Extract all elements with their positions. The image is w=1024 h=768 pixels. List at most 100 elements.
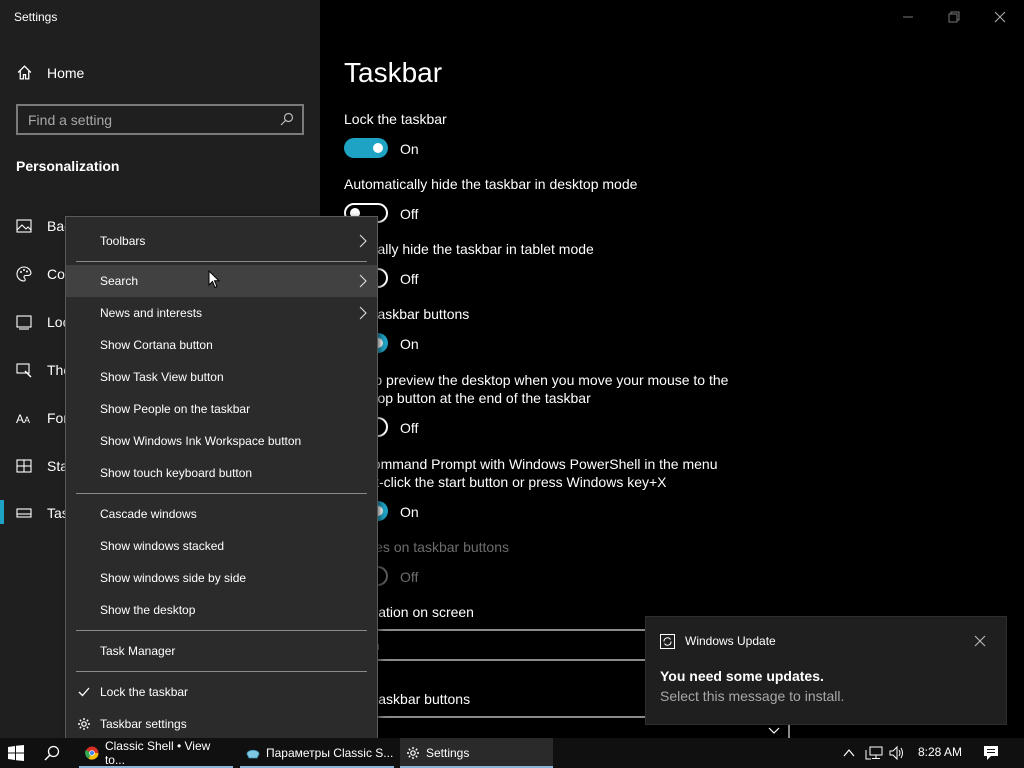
- menu-item-show-task-view[interactable]: Show Task View button: [66, 361, 377, 393]
- menu-item-label: Show the desktop: [100, 603, 196, 617]
- menu-item-lock-taskbar[interactable]: Lock the taskbar: [66, 676, 377, 708]
- chevron-up-icon[interactable]: [843, 748, 855, 758]
- clock[interactable]: 8:28 AM: [918, 745, 962, 759]
- toast-body: Select this message to install.: [660, 688, 845, 704]
- toggle-state: Off: [400, 206, 419, 222]
- menu-separator: [76, 671, 367, 672]
- toast-title: You need some updates.: [660, 668, 824, 684]
- home-icon: [17, 65, 32, 80]
- toggle-state: On: [400, 504, 419, 520]
- search-input[interactable]: [18, 106, 268, 133]
- gear-icon: [407, 747, 419, 759]
- page-title: Taskbar: [344, 57, 443, 88]
- toggle-state: Off: [400, 569, 419, 585]
- volume-icon[interactable]: [889, 746, 905, 760]
- home-label: Home: [47, 64, 85, 81]
- menu-item-label: Show Task View button: [100, 370, 224, 384]
- svg-text:A: A: [16, 412, 24, 426]
- setting-label: matically hide the taskbar in tablet mod…: [344, 241, 594, 257]
- taskbar-app-classic-shell[interactable]: Параметры Classic S...: [240, 738, 394, 768]
- chevron-right-icon: [359, 234, 367, 248]
- taskbar-app-chrome[interactable]: Classic Shell • View to...: [79, 738, 233, 768]
- action-center-icon[interactable]: [983, 745, 999, 761]
- menu-item-label: Task Manager: [100, 644, 176, 658]
- search-icon: [44, 745, 60, 761]
- menu-separator: [76, 493, 367, 494]
- menu-item-label: Show windows stacked: [100, 539, 225, 553]
- chevron-right-icon: [359, 274, 367, 288]
- active-indicator: [0, 500, 4, 524]
- classic-shell-icon: [246, 749, 260, 759]
- minimize-icon[interactable]: [899, 8, 917, 26]
- taskbar-search-button[interactable]: [44, 738, 64, 768]
- setting-label: I right-click the start button or press …: [344, 474, 667, 490]
- mouse-cursor-icon: [208, 270, 220, 289]
- menu-item-label: Cascade windows: [100, 507, 197, 521]
- menu-separator: [76, 261, 367, 262]
- menu-item-label: Show windows side by side: [100, 571, 247, 585]
- chevron-down-icon: [768, 727, 780, 734]
- menu-item-cascade-windows[interactable]: Cascade windows: [66, 498, 377, 530]
- setting-label: Automatically hide the taskbar in deskto…: [344, 176, 638, 192]
- search-icon[interactable]: [280, 112, 294, 126]
- taskbar-icon: [16, 508, 32, 518]
- start-grid-icon: [16, 459, 32, 473]
- network-icon[interactable]: [865, 746, 883, 760]
- gear-icon: [78, 718, 90, 730]
- toggle-state: Off: [400, 271, 419, 287]
- picture-icon: [16, 219, 32, 233]
- toggle-state: On: [400, 141, 419, 157]
- menu-item-search[interactable]: Search: [66, 265, 377, 297]
- menu-item-show-people[interactable]: Show People on the taskbar: [66, 393, 377, 425]
- toast-app-name: Windows Update: [685, 634, 776, 648]
- taskbar-app-label: Settings: [426, 746, 470, 760]
- toggle-state: Off: [400, 420, 419, 436]
- home-nav-item[interactable]: Home: [16, 64, 84, 81]
- menu-item-label: Search: [100, 274, 139, 288]
- menu-item-label: News and interests: [100, 306, 203, 320]
- lock-screen-icon: [16, 315, 32, 330]
- menu-item-label: Show Windows Ink Workspace button: [100, 434, 302, 448]
- palette-icon: [16, 266, 32, 282]
- restore-icon[interactable]: [945, 8, 963, 26]
- setting-label: Lock the taskbar: [344, 111, 447, 127]
- section-title: Personalization: [16, 158, 120, 174]
- setting-label: ce Command Prompt with Windows PowerShel…: [344, 456, 718, 472]
- taskbar-app-settings[interactable]: Settings: [400, 738, 553, 768]
- menu-item-show-cortana[interactable]: Show Cortana button: [66, 329, 377, 361]
- menu-item-task-manager[interactable]: Task Manager: [66, 635, 377, 667]
- refresh-update-icon: [660, 634, 675, 649]
- search-box[interactable]: [16, 104, 304, 135]
- menu-separator: [76, 630, 367, 631]
- close-icon[interactable]: [991, 8, 1009, 26]
- brush-icon: [16, 363, 32, 378]
- menu-item-windows-side-by-side[interactable]: Show windows side by side: [66, 562, 377, 594]
- font-icon: AA: [16, 412, 30, 426]
- app-title: Settings: [14, 10, 58, 24]
- menu-item-show-desktop[interactable]: Show the desktop: [66, 594, 377, 626]
- menu-item-label: Show People on the taskbar: [100, 402, 251, 416]
- menu-item-show-touch-keyboard[interactable]: Show touch keyboard button: [66, 457, 377, 489]
- menu-item-label: Lock the taskbar: [100, 685, 189, 699]
- lock-taskbar-toggle[interactable]: [344, 138, 388, 158]
- menu-item-toolbars[interactable]: Toolbars: [66, 225, 377, 257]
- start-button[interactable]: [8, 738, 30, 768]
- setting-label: eek to preview the desktop when you move…: [344, 372, 729, 388]
- close-icon[interactable]: [974, 635, 986, 647]
- chevron-right-icon: [359, 306, 367, 320]
- menu-item-label: Show Cortana button: [100, 338, 213, 352]
- update-notification-toast[interactable]: Windows Update You need some updates. Se…: [645, 616, 1007, 725]
- menu-item-taskbar-settings[interactable]: Taskbar settings: [66, 708, 377, 740]
- menu-item-windows-stacked[interactable]: Show windows stacked: [66, 530, 377, 562]
- checkmark-icon: [78, 687, 90, 697]
- setting-label: desktop button at the end of the taskbar: [344, 390, 591, 406]
- svg-text:A: A: [24, 415, 30, 425]
- taskbar-app-label: Параметры Classic S...: [266, 746, 394, 760]
- windows-logo-icon: [8, 745, 24, 761]
- menu-item-show-ink-workspace[interactable]: Show Windows Ink Workspace button: [66, 425, 377, 457]
- menu-item-news-and-interests[interactable]: News and interests: [66, 297, 377, 329]
- menu-item-label: Taskbar settings: [100, 717, 187, 731]
- taskbar: Classic Shell • View to... Параметры Cla…: [0, 738, 1024, 768]
- taskbar-app-label: Classic Shell • View to...: [104, 739, 211, 767]
- menu-item-label: Show touch keyboard button: [100, 466, 253, 480]
